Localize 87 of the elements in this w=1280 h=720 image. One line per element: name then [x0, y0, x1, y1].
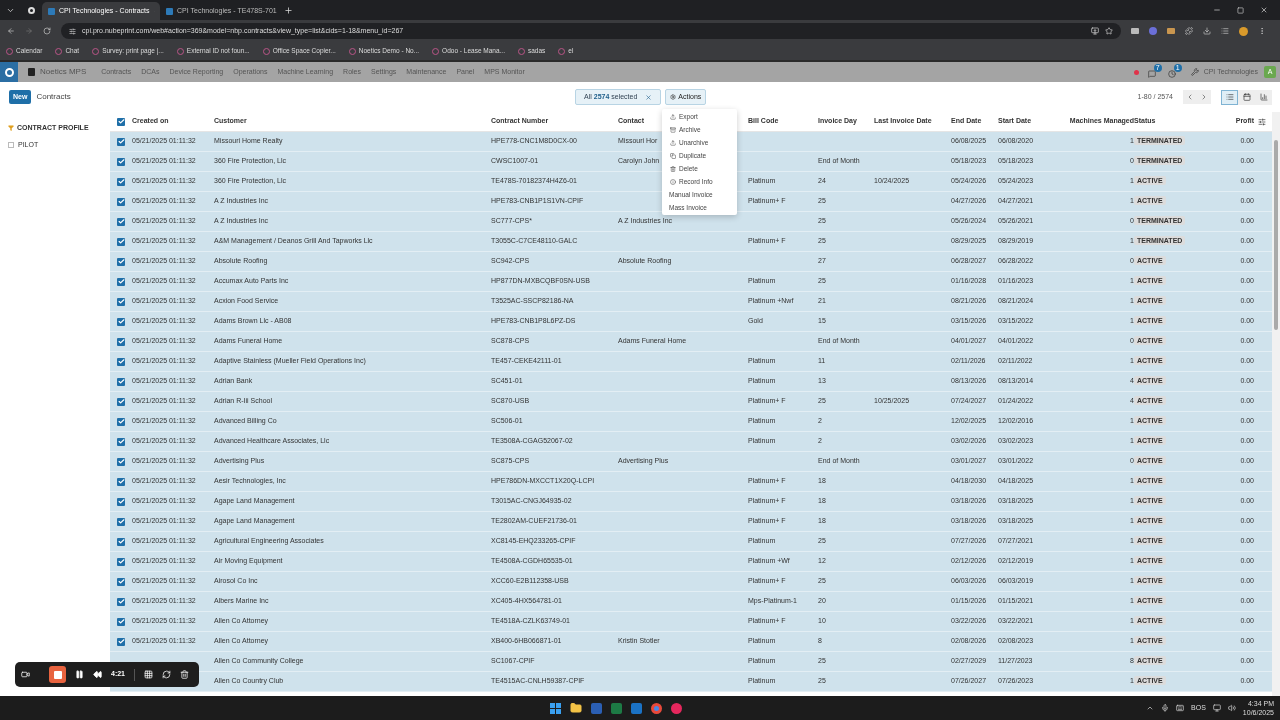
pause-icon[interactable]	[75, 670, 84, 679]
microphone-icon[interactable]	[1161, 704, 1170, 712]
row-checkbox[interactable]	[117, 517, 125, 526]
favicon-icon	[166, 7, 173, 15]
stop-recording-button[interactable]	[49, 666, 66, 683]
list-view-button[interactable]	[1221, 89, 1238, 105]
install-icon[interactable]	[1091, 27, 1099, 35]
row-checkbox[interactable]	[117, 217, 125, 226]
site-info-icon[interactable]	[69, 27, 76, 35]
clear-selection-icon[interactable]	[645, 93, 653, 101]
row-checkbox[interactable]	[117, 597, 125, 606]
tray-expand-icon[interactable]	[1146, 704, 1155, 712]
app-icon[interactable]	[590, 702, 602, 714]
app-icon[interactable]	[630, 702, 642, 714]
duplicate-icon	[670, 152, 676, 159]
gear-icon	[670, 94, 677, 100]
favicon-icon	[48, 7, 55, 15]
row-checkbox[interactable]	[117, 637, 125, 646]
reading-list-icon[interactable]	[1221, 27, 1229, 35]
row-checkbox[interactable]	[117, 297, 125, 306]
row-checkbox[interactable]	[117, 237, 125, 246]
row-checkbox[interactable]	[117, 377, 125, 386]
row-checkbox[interactable]	[117, 137, 125, 146]
chevron-right-icon	[1200, 93, 1208, 101]
row-checkbox[interactable]	[117, 317, 125, 326]
row-checkbox[interactable]	[117, 157, 125, 166]
row-checkbox[interactable]	[117, 557, 125, 566]
chat-icon	[1147, 70, 1156, 78]
graph-icon	[1259, 93, 1268, 101]
scrollbar-thumb[interactable]	[1274, 140, 1278, 330]
archive-icon	[670, 126, 676, 133]
grid-icon[interactable]	[144, 670, 153, 679]
new-tab-icon[interactable]	[284, 5, 293, 15]
extensions-icon[interactable]	[1185, 27, 1193, 35]
bookmark-star-icon[interactable]	[1105, 27, 1113, 35]
row-checkbox[interactable]	[117, 457, 125, 466]
chevron-left-icon	[1186, 93, 1194, 101]
tools-icon[interactable]	[1190, 68, 1199, 76]
app-icon[interactable]	[670, 702, 682, 714]
clock-icon	[1167, 70, 1176, 78]
graph-view-button[interactable]	[1255, 89, 1272, 105]
back-icon[interactable]	[7, 27, 15, 35]
row-checkbox[interactable]	[117, 437, 125, 446]
select-all-checkbox[interactable]	[117, 117, 125, 126]
export-icon	[670, 113, 676, 120]
unarchive-icon	[670, 139, 676, 146]
maximize-icon[interactable]	[1237, 6, 1244, 14]
row-checkbox[interactable]	[117, 257, 125, 266]
profile-avatar-icon[interactable]	[1239, 26, 1248, 36]
row-checkbox[interactable]	[117, 477, 125, 486]
record-icon	[28, 6, 35, 14]
menu-icon[interactable]	[1258, 27, 1266, 35]
row-checkbox[interactable]	[117, 417, 125, 426]
row-checkbox[interactable]	[117, 197, 125, 206]
row-checkbox[interactable]	[117, 337, 125, 346]
restart-icon[interactable]	[162, 670, 171, 679]
filter-icon	[8, 125, 14, 132]
row-checkbox[interactable]	[117, 177, 125, 186]
row-checkbox[interactable]	[117, 277, 125, 286]
calendar-icon	[1242, 93, 1251, 101]
folder-icon[interactable]	[569, 702, 582, 714]
keyboard-icon[interactable]	[1176, 704, 1185, 712]
breadcrumb: Contracts	[36, 91, 71, 103]
download-icon[interactable]	[1203, 27, 1211, 35]
calendar-view-button[interactable]	[1238, 89, 1255, 105]
row-checkbox[interactable]	[117, 357, 125, 366]
app-icon[interactable]	[610, 702, 622, 714]
start-icon[interactable]	[549, 702, 561, 714]
row-checkbox[interactable]	[117, 617, 125, 626]
info-icon	[670, 178, 676, 185]
row-checkbox[interactable]	[117, 577, 125, 586]
delete-icon	[670, 165, 676, 172]
row-checkbox[interactable]	[117, 497, 125, 506]
row-checkbox[interactable]	[117, 537, 125, 546]
delete-icon[interactable]	[180, 670, 189, 679]
column-settings-icon[interactable]	[1258, 117, 1266, 126]
list-icon	[1225, 93, 1234, 101]
close-icon[interactable]	[1260, 6, 1268, 14]
reload-icon[interactable]	[43, 27, 51, 35]
filter-checkbox[interactable]	[8, 141, 14, 148]
volume-icon[interactable]	[1227, 704, 1236, 712]
row-checkbox[interactable]	[117, 397, 125, 406]
rewind-icon[interactable]	[93, 670, 102, 679]
extension-icon[interactable]	[1149, 27, 1157, 35]
app-logo-icon[interactable]	[0, 62, 18, 82]
browser-app-icon[interactable]	[650, 702, 662, 714]
minimize-icon[interactable]	[1213, 6, 1221, 14]
